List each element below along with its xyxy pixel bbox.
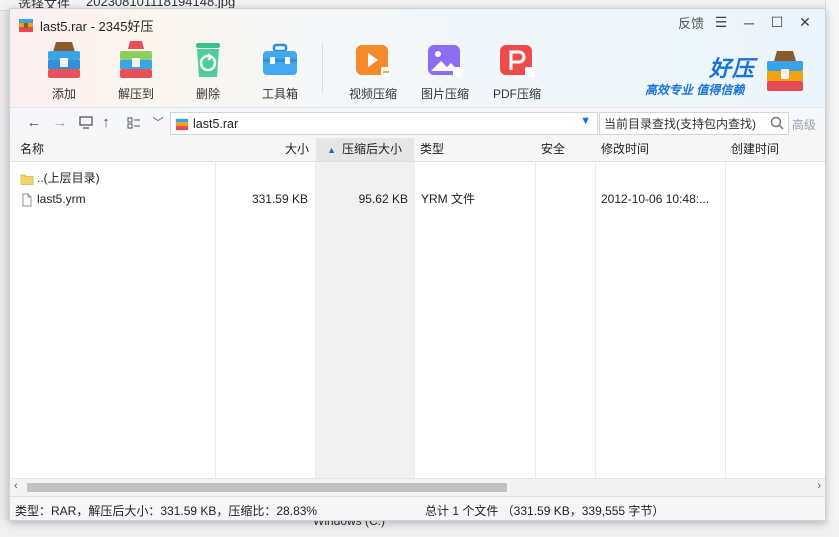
computer-icon[interactable] xyxy=(76,113,96,133)
brand-slogan: 高效专业 值得信赖 xyxy=(645,83,745,97)
table-header: 名称 大小 ▲ 压缩后大小 类型 安全 修改时间 创建时间 xyxy=(10,138,825,162)
extract-to-label: 解压到 xyxy=(117,87,154,101)
horizontal-scrollbar[interactable]: ‹ › xyxy=(10,478,825,496)
add-button[interactable]: 添加 xyxy=(28,39,100,102)
column-header-type[interactable]: 类型 xyxy=(420,138,444,161)
folder-icon xyxy=(20,172,34,186)
path-field[interactable]: last5.rar ▼ xyxy=(170,112,598,135)
forward-arrow-icon[interactable]: → xyxy=(50,113,70,133)
pdf-compress-label: PDF压缩 xyxy=(492,87,541,101)
background-bottom: Windows (C:) xyxy=(0,514,839,537)
search-input[interactable] xyxy=(600,115,770,132)
table-row[interactable]: ..(上层目录) xyxy=(10,168,825,189)
back-arrow-icon[interactable]: ← xyxy=(24,113,44,133)
minimize-button[interactable]: ─ xyxy=(735,15,763,31)
status-bar: 类型：RAR，解压后大小：331.59 KB，压缩比：28.83% 总计 1 个… xyxy=(10,496,825,520)
search-box xyxy=(599,112,789,135)
scroll-right-icon[interactable]: › xyxy=(817,480,821,492)
column-header-packed-size[interactable]: ▲ 压缩后大小 xyxy=(316,138,414,161)
file-name: last5.yrm xyxy=(37,192,86,206)
background-right-column xyxy=(825,0,839,537)
video-compress-button[interactable]: 视频压缩 xyxy=(337,39,409,102)
scroll-left-icon[interactable]: ‹ xyxy=(14,480,18,492)
delete-button[interactable]: 删除 xyxy=(172,39,244,102)
table-row[interactable]: last5.yrm 331.59 KB 95.62 KB YRM 文件 2012… xyxy=(10,189,825,210)
column-header-created[interactable]: 创建时间 xyxy=(731,138,779,161)
brand-area: 好压 高效专业 值得信赖 xyxy=(645,49,803,99)
archive-window: last5.rar - 2345好压 反馈 ☰ ─ ☐ ✕ 添加 解压到 删除 … xyxy=(9,8,826,521)
column-header-security[interactable]: 安全 xyxy=(541,138,565,161)
file-icon xyxy=(20,193,34,207)
advanced-search-link[interactable]: 高级 xyxy=(792,116,816,133)
toolbox-label: 工具箱 xyxy=(261,87,298,101)
path-dropdown-icon[interactable]: ▼ xyxy=(580,115,591,127)
recycle-bin-icon xyxy=(188,39,228,81)
feedback-link[interactable]: 反馈 xyxy=(675,13,707,32)
status-archive-info: 类型：RAR，解压后大小：331.59 KB，压缩比：28.83% xyxy=(15,504,318,518)
sort-ascending-icon: ▲ xyxy=(327,145,336,155)
extract-archive-icon xyxy=(116,39,156,81)
maximize-button[interactable]: ☐ xyxy=(763,14,791,31)
video-compress-label: 视频压缩 xyxy=(348,87,397,101)
column-header-packed-size-label: 压缩后大小 xyxy=(341,142,402,156)
toolbox-button[interactable]: 工具箱 xyxy=(244,39,316,102)
toolbar-separator xyxy=(322,43,323,93)
delete-label: 删除 xyxy=(195,87,220,101)
image-compress-button[interactable]: 图片压缩 xyxy=(409,39,481,102)
view-mode-icon[interactable] xyxy=(124,113,144,133)
add-archive-icon xyxy=(44,39,84,81)
pdf-compress-button[interactable]: PDF压缩 xyxy=(481,39,553,102)
image-compress-icon xyxy=(425,39,465,81)
main-toolbar: 添加 解压到 删除 工具箱 视频压缩 图片压缩 PDF压缩 xyxy=(28,39,553,102)
rar-archive-icon xyxy=(175,117,189,131)
modified-cell: 2012-10-06 10:48:... xyxy=(601,192,710,206)
header: last5.rar - 2345好压 反馈 ☰ ─ ☐ ✕ 添加 解压到 删除 … xyxy=(10,9,825,107)
extract-to-button[interactable]: 解压到 xyxy=(100,39,172,102)
size-cell: 331.59 KB xyxy=(251,192,308,206)
status-total-info: 总计 1 个文件 （331.59 KB，339,555 字节） xyxy=(425,504,665,518)
column-header-name[interactable]: 名称 xyxy=(20,138,44,161)
parent-dir-label: ..(上层目录) xyxy=(37,171,100,185)
name-cell: ..(上层目录) xyxy=(20,168,100,189)
pdf-compress-icon xyxy=(497,39,537,81)
window-title: last5.rar - 2345好压 xyxy=(40,18,154,34)
toolbox-icon xyxy=(260,39,300,81)
close-button[interactable]: ✕ xyxy=(791,14,819,31)
add-label: 添加 xyxy=(51,87,76,101)
image-compress-label: 图片压缩 xyxy=(420,87,469,101)
name-cell: last5.yrm xyxy=(20,189,86,210)
path-text: last5.rar xyxy=(193,116,239,131)
column-header-modified[interactable]: 修改时间 xyxy=(601,138,649,161)
title-bar: last5.rar - 2345好压 xyxy=(18,16,153,34)
brand-name: 好压 xyxy=(709,56,756,81)
column-header-size[interactable]: 大小 xyxy=(216,138,309,161)
address-bar: ← → ↑ ﹀ last5.rar ▼ 高级 xyxy=(10,107,825,139)
menu-icon[interactable]: ☰ xyxy=(707,14,735,31)
scrollbar-thumb[interactable] xyxy=(27,483,507,492)
search-icon[interactable] xyxy=(769,115,785,131)
file-list: 名称 大小 ▲ 压缩后大小 类型 安全 修改时间 创建时间 ..(上层目录) la… xyxy=(10,138,825,478)
rar-archive-icon xyxy=(18,17,34,33)
brand-logo-icon xyxy=(765,49,805,96)
packed-size-cell: 95.62 KB xyxy=(358,192,408,206)
type-cell: YRM 文件 xyxy=(421,192,476,206)
chevron-down-icon[interactable]: ﹀ xyxy=(148,113,168,133)
up-arrow-icon[interactable]: ↑ xyxy=(96,113,116,133)
video-compress-icon xyxy=(353,39,393,81)
window-controls: 反馈 ☰ ─ ☐ ✕ xyxy=(675,13,819,32)
